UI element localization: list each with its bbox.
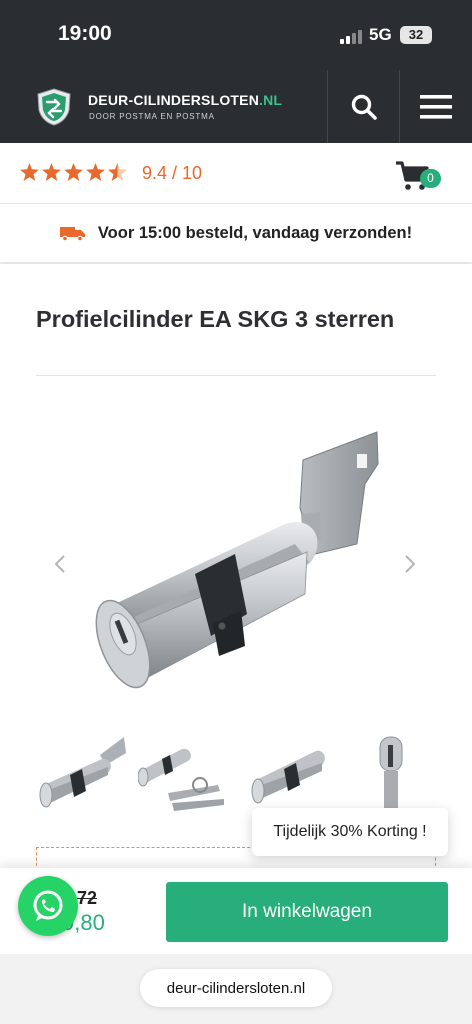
- cart-count-badge[interactable]: 0: [420, 169, 441, 188]
- chevron-left-icon: [54, 555, 65, 573]
- chevron-right-icon: [405, 555, 416, 573]
- truck-icon: [59, 227, 85, 241]
- thumbnail-1[interactable]: [36, 729, 128, 821]
- star-half-icon: [108, 163, 127, 181]
- logo-shield-icon[interactable]: [36, 88, 72, 126]
- product-title: Profielcilinder EA SKG 3 sterren: [36, 306, 395, 332]
- menu-icon: [419, 94, 452, 119]
- shipping-notice: Voor 15:00 besteld, vandaag verzonden!: [0, 204, 472, 262]
- star-icon: [20, 163, 39, 181]
- divider: [36, 375, 436, 376]
- status-time: 19:00: [58, 22, 112, 45]
- star-icon: [64, 163, 83, 181]
- search-icon: [351, 94, 377, 120]
- add-to-cart-button[interactable]: In winkelwagen: [166, 882, 448, 942]
- status-bar: 19:00 5G 32: [0, 0, 472, 70]
- star-icon: [42, 163, 61, 181]
- gallery-next-button[interactable]: [398, 549, 422, 579]
- gallery-prev-button[interactable]: [48, 549, 72, 579]
- network-type: 5G: [369, 25, 392, 44]
- brand-tld: .NL: [259, 92, 283, 108]
- brand-name[interactable]: DEUR-CILINDERSLOTEN.NL: [88, 92, 282, 108]
- whatsapp-icon: [33, 890, 63, 921]
- rating-score[interactable]: 9.4 / 10: [142, 163, 202, 184]
- brand-tagline: DOOR POSTMA EN POSTMA: [89, 112, 215, 121]
- menu-button[interactable]: [399, 70, 471, 143]
- search-button[interactable]: [327, 70, 399, 143]
- signal-icon: [340, 28, 364, 44]
- battery-icon: 32: [400, 26, 432, 44]
- whatsapp-button[interactable]: [18, 876, 78, 936]
- discount-popup[interactable]: Tijdelijk 30% Korting !: [252, 808, 448, 856]
- site-header: DEUR-CILINDERSLOTEN.NL DOOR POSTMA EN PO…: [0, 70, 472, 143]
- shipping-text: Voor 15:00 besteld, vandaag verzonden!: [97, 223, 413, 242]
- old-price: 72: [77, 888, 98, 908]
- product-image[interactable]: [95, 424, 385, 699]
- url-bar[interactable]: deur-cilindersloten.nl: [140, 969, 332, 1007]
- brand-name-text: DEUR-CILINDERSLOTEN: [88, 92, 260, 108]
- thumbnail-2[interactable]: [138, 729, 230, 821]
- rating-stars[interactable]: [20, 163, 127, 181]
- star-icon: [86, 163, 105, 181]
